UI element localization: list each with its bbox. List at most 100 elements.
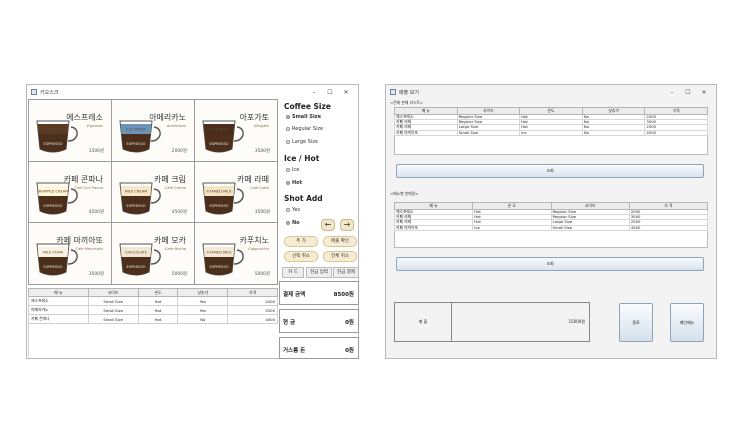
column-header[interactable]: 가격 xyxy=(227,288,278,297)
next-arrow-button[interactable]: → xyxy=(340,219,354,231)
menu-item-name: 카푸치노 xyxy=(239,236,269,246)
minimize-icon[interactable]: – xyxy=(664,89,680,96)
table-cell: 4500 xyxy=(628,224,709,231)
main-menu-button[interactable]: 메인메뉴 xyxy=(670,303,704,342)
payment-amount-box: 결제 금액 8500원 xyxy=(279,281,359,305)
svg-text:ESPRESSO: ESPRESSO xyxy=(127,204,146,208)
ice-hot-heading: Ice / Hot xyxy=(284,154,320,163)
cancel-all-button[interactable]: 전체 취소 xyxy=(323,251,357,262)
close-icon[interactable]: ✕ xyxy=(338,89,354,96)
table-row[interactable]: 카페 마끼아또 Ice Small Size 4500 xyxy=(393,224,709,231)
table-cell: Hot xyxy=(137,305,179,315)
minimize-icon[interactable]: – xyxy=(306,89,322,96)
kiosk-window: 키오스크 – ☐ ✕ HYPHEN ESPRESSO 에스프레소 Espresso 15… xyxy=(26,84,359,359)
menu-item-name: 카페 라떼 xyxy=(237,174,269,184)
all-sales-table[interactable]: 메 뉴 사이즈 온도 샷추가 가격 에스프레소 Regular Size Hot No 2000… xyxy=(394,107,708,136)
shot-yes-radio[interactable]: Yes xyxy=(286,207,300,213)
change-box: 거스름 돈 0원 xyxy=(279,337,359,359)
svg-text:ESPRESSO: ESPRESSO xyxy=(210,265,229,269)
cash-value: 0원 xyxy=(345,320,354,326)
menu-item-price: 5000원 xyxy=(171,272,187,277)
table-cell: Small Size xyxy=(550,224,630,231)
maximize-icon[interactable]: ☐ xyxy=(322,89,338,96)
column-header[interactable]: 사이즈 xyxy=(87,288,139,297)
menu-item-price: 1500원 xyxy=(88,148,104,154)
menu-item-english-name: Cafe Mocha xyxy=(164,247,186,252)
cash-pay-button[interactable]: 현금 결제 xyxy=(333,267,359,278)
app-icon xyxy=(390,89,396,95)
change-label: 거스름 돈 xyxy=(283,348,306,354)
table-cell: No xyxy=(581,129,646,136)
temp-ice-radio[interactable]: Ice xyxy=(286,167,299,173)
menu-item[interactable]: FOAMED MILK ESPRESSO 카페 라떼 Cafe Latte 3500원 xyxy=(195,161,277,223)
add-button[interactable]: 추 가 xyxy=(284,236,318,247)
change-value: 0원 xyxy=(345,348,354,354)
column-header[interactable]: 메 뉴 xyxy=(28,288,89,297)
temp-hot-radio[interactable]: Hot xyxy=(286,180,302,186)
menu-item-english-name: Cafe Macchiato xyxy=(75,247,103,252)
menu-item[interactable]: ICE WATER ESPRESSO 아메리카노 Americano 2000원 xyxy=(112,100,194,161)
menu-sales-table[interactable]: 메 뉴온 도 사이즈 가 격 에스프레소 Hot Regular Size 2000 카페 … xyxy=(393,202,709,231)
prev-arrow-button[interactable]: ← xyxy=(321,219,335,231)
column-header[interactable]: 샷추가 xyxy=(177,288,229,297)
query-menu-button[interactable]: 조회 xyxy=(396,257,704,271)
size-large-radio[interactable]: Large Size xyxy=(286,139,318,145)
menu-item-name: 카페 크림 xyxy=(154,174,186,184)
table-row[interactable]: 에스프레소 Small Size Hot Yes 2000 xyxy=(28,296,278,306)
menu-item-name: 아메리카노 xyxy=(149,113,186,122)
sales-check-button[interactable]: 매출 확인 xyxy=(323,236,357,247)
menu-item[interactable]: FOAMED MILK ESPRESSO 카푸치노 Cappuccino 5000원 xyxy=(195,223,277,284)
menu-item-price: 4500원 xyxy=(88,210,104,216)
menu-item[interactable]: ICE CREAM ESPRESSO 아포가토 Affogato 3500원 xyxy=(195,100,277,161)
column-header[interactable]: 가 격 xyxy=(628,202,709,210)
size-small-radio[interactable]: Small Size xyxy=(286,114,321,120)
menu-item-price: 3500원 xyxy=(254,210,270,216)
svg-text:ICE CREAM: ICE CREAM xyxy=(209,128,229,132)
menu-item[interactable]: MILK FOAM ESPRESSO 카페 마끼아또 Cafe Macchiato 35… xyxy=(29,223,111,284)
maximize-icon[interactable]: ☐ xyxy=(680,89,696,96)
card-button[interactable]: 카 드 xyxy=(282,267,304,278)
column-header[interactable]: 샷추가 xyxy=(581,107,646,115)
menu-item-price: 2000원 xyxy=(171,148,187,154)
column-header[interactable]: 온도 xyxy=(137,288,179,297)
table-cell: Yes xyxy=(177,305,229,315)
svg-text:HYPHEN: HYPHEN xyxy=(46,128,61,132)
column-header[interactable]: 온 도 xyxy=(472,202,552,210)
svg-text:ESPRESSO: ESPRESSO xyxy=(44,265,63,269)
table-cell: 카페 마끼아또 xyxy=(394,129,458,136)
query-all-button[interactable]: 조회 xyxy=(396,164,704,178)
sales-titlebar: 매출 보기 – ☐ ✕ xyxy=(386,85,716,99)
menu-item[interactable]: CHOCOLATE ESPRESSO 카페 모카 Cafe Mocha 5000원 xyxy=(112,223,194,284)
menu-item-name: 아포가토 xyxy=(239,113,269,122)
column-header[interactable]: 온도 xyxy=(519,107,583,115)
table-cell: Ice xyxy=(519,129,583,136)
shot-no-radio[interactable]: No xyxy=(286,220,300,226)
table-cell: 2000 xyxy=(227,296,278,306)
svg-text:ESPRESSO: ESPRESSO xyxy=(210,142,229,146)
menu-item[interactable]: WHIPPED CREAM ESPRESSO 카페 콘파나 Cafe Con Pann… xyxy=(29,161,111,223)
close-icon[interactable]: ✕ xyxy=(696,89,712,96)
menu-sales-heading: <메뉴별 판매량> xyxy=(390,191,419,196)
cash-input-button[interactable]: 현금 입력 xyxy=(306,267,332,278)
cancel-selected-button[interactable]: 선택 취소 xyxy=(284,251,318,262)
svg-text:ESPRESSO: ESPRESSO xyxy=(127,142,146,146)
table-row[interactable]: 카페 마끼아또 Small Size Ice No 4500 xyxy=(394,129,708,136)
menu-item[interactable]: MILK CREAM ESPRESSO 카페 크림 Cafe Creme 4500원 xyxy=(112,161,194,223)
close-button[interactable]: 종료 xyxy=(619,303,653,342)
payment-amount-value: 8500원 xyxy=(333,292,354,298)
table-row[interactable]: 아메리카노 Small Size Hot Yes 2500 xyxy=(28,305,278,315)
menu-item-price: 3500원 xyxy=(254,148,270,154)
options-panel: Coffee Size Small Size Regular Size Larg… xyxy=(281,99,359,285)
table-cell: 2500 xyxy=(227,305,278,315)
menu-item-price: 5000원 xyxy=(254,272,270,277)
svg-text:ESPRESSO: ESPRESSO xyxy=(127,265,146,269)
svg-text:ICE WATER: ICE WATER xyxy=(126,128,146,132)
app-icon xyxy=(31,89,37,95)
table-cell: Hot xyxy=(137,296,179,306)
menu-item-name: 카페 모카 xyxy=(154,236,186,246)
menu-item-english-name: Americano xyxy=(166,124,186,128)
menu-item[interactable]: HYPHEN ESPRESSO 에스프레소 Espresso 1500원 xyxy=(29,100,111,161)
size-regular-radio[interactable]: Regular Size xyxy=(286,126,323,132)
svg-text:CHOCOLATE: CHOCOLATE xyxy=(125,251,148,255)
table-cell: 4500 xyxy=(644,129,708,136)
